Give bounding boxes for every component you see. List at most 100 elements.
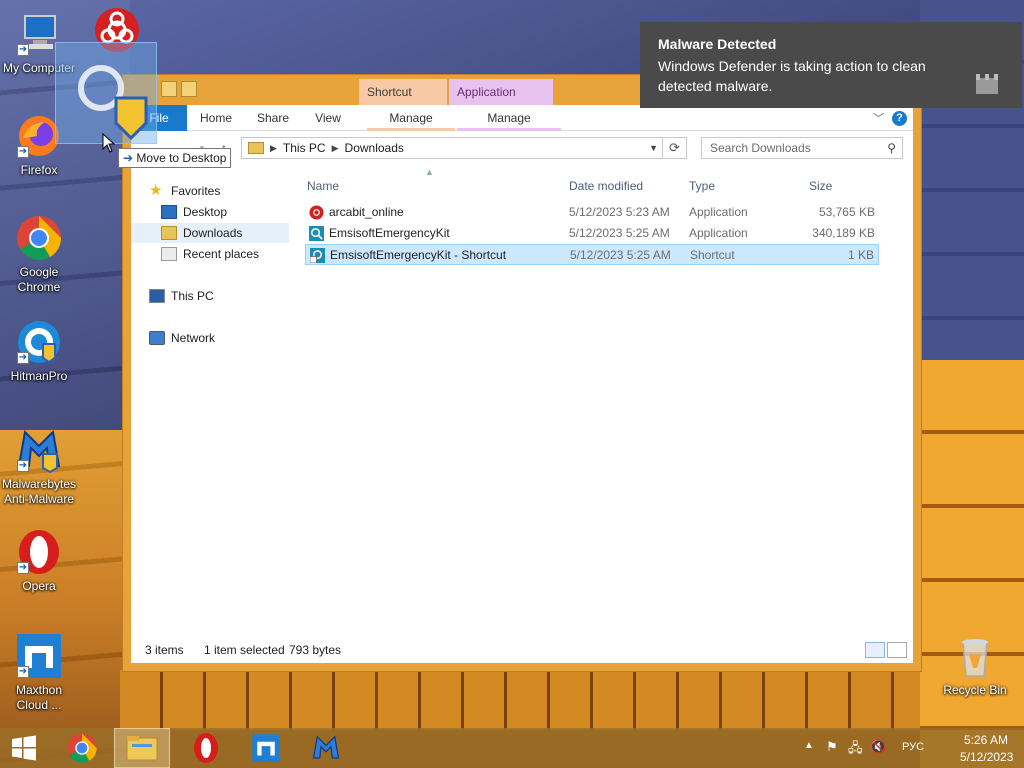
explorer-window[interactable]: Shortcut Tools Application Tools File Ho…	[122, 74, 922, 672]
properties-icon[interactable]	[161, 81, 177, 97]
file-size: 1 KB	[847, 248, 874, 262]
address-bar[interactable]: ▶ This PC ▶ Downloads ▼	[241, 137, 663, 159]
nav-recent-places[interactable]: Recent places	[131, 244, 289, 264]
downloads-folder-icon	[161, 226, 177, 240]
contextual-tab-application-tools: Application Tools	[449, 79, 553, 125]
this-pc-icon	[149, 289, 165, 303]
details-view-button[interactable]	[865, 642, 885, 658]
large-icons-view-button[interactable]	[887, 642, 907, 658]
taskbar: ▲ ⚑ 🖧 🔇 РУС 5:26 AM 5/12/2023	[0, 728, 1024, 768]
column-header-date[interactable]: Date modified	[569, 179, 643, 193]
desktop-icon-label: Google Chrome	[17, 265, 61, 294]
nav-favorites[interactable]: ★ Favorites	[131, 181, 289, 201]
desktop-icon-opera[interactable]: ➜ Opera	[0, 528, 78, 594]
file-row-selected[interactable]: EmsisoftEmergencyKit - Shortcut 5/12/202…	[305, 244, 879, 265]
shortcut-icon	[310, 248, 325, 263]
nav-this-pc[interactable]: This PC	[131, 286, 289, 306]
folder-icon	[248, 142, 264, 154]
file-size: 53,765 KB	[818, 205, 875, 219]
status-bytes: 793 bytes	[289, 643, 342, 657]
column-header-size[interactable]: Size	[809, 179, 832, 193]
file-date: 5/12/2023 5:25 AM	[569, 226, 670, 240]
search-input[interactable]: Search Downloads ⚲	[701, 137, 903, 159]
file-type: Application	[689, 226, 748, 240]
clock-time[interactable]: 5:26 AM	[964, 733, 1008, 747]
desktop-icon-maxthon[interactable]: ➜ Maxthon Cloud ...	[0, 632, 78, 713]
expand-ribbon-icon[interactable]: ﹀	[873, 110, 884, 126]
search-placeholder: Search Downloads	[710, 141, 811, 155]
toast-body: Windows Defender is taking action to cle…	[658, 58, 926, 94]
windows-logo-icon	[12, 735, 36, 761]
nav-network[interactable]: Network	[131, 328, 289, 348]
desktop-icon-chrome[interactable]: Google Chrome	[0, 214, 78, 295]
input-language[interactable]: РУС	[902, 741, 924, 753]
network-icon	[149, 331, 165, 345]
biohazard-icon	[309, 205, 324, 220]
desktop-icon-recycle-bin[interactable]: Recycle Bin	[936, 632, 1014, 698]
recycle-bin-icon	[951, 632, 999, 680]
clock-date[interactable]: 5/12/2023	[960, 750, 1013, 764]
file-name: arcabit_online	[329, 205, 404, 219]
tab-manage-shortcut[interactable]: Manage	[367, 105, 455, 131]
action-center-flag-icon[interactable]: ⚑	[826, 739, 838, 755]
column-header-type[interactable]: Type	[689, 179, 715, 193]
taskbar-opera[interactable]	[178, 728, 234, 768]
volume-muted-icon[interactable]: 🔇	[870, 739, 886, 755]
taskbar-chrome[interactable]	[54, 728, 110, 768]
taskbar-malwarebytes[interactable]	[298, 728, 354, 768]
breadcrumb-separator-icon: ▶	[331, 142, 339, 153]
file-name: EmsisoftEmergencyKit	[329, 226, 450, 240]
search-icon: ⚲	[887, 141, 896, 155]
desktop-icon-hitmanpro[interactable]: ➜ HitmanPro	[0, 318, 78, 384]
nav-label: Desktop	[183, 205, 228, 219]
nav-label: Network	[171, 331, 216, 345]
network-tray-icon[interactable]: 🖧	[848, 739, 863, 761]
nav-downloads[interactable]: Downloads	[131, 223, 289, 243]
file-type: Shortcut	[690, 248, 735, 262]
sort-indicator-icon: ▲	[425, 167, 434, 177]
help-icon[interactable]: ?	[892, 110, 907, 126]
tab-manage-application[interactable]: Manage	[457, 105, 561, 131]
desktop-icon-label: Maxthon Cloud ...	[15, 683, 63, 712]
mouse-cursor-icon	[102, 133, 116, 153]
nav-label: This PC	[171, 289, 214, 303]
system-tray: ▲ ⚑ 🖧 🔇 РУС 5:26 AM 5/12/2023	[804, 728, 1024, 768]
nav-desktop[interactable]: Desktop	[131, 202, 289, 222]
file-row[interactable]: arcabit_online 5/12/2023 5:23 AM Applica…	[305, 202, 879, 223]
address-dropdown-icon[interactable]: ▼	[649, 143, 658, 153]
maxthon-icon: ➜	[15, 632, 63, 680]
taskbar-file-explorer[interactable]	[114, 728, 170, 768]
show-hidden-icons-icon[interactable]: ▲	[804, 740, 814, 751]
refresh-button[interactable]: ⟳	[663, 137, 687, 159]
opera-icon: ➜	[15, 528, 63, 576]
file-list: ▲ Name Date modified Type Size arcabit_o…	[299, 167, 913, 637]
file-name: EmsisoftEmergencyKit - Shortcut	[330, 248, 507, 262]
tab-view[interactable]: View	[305, 105, 351, 131]
move-arrow-icon: ➔	[123, 151, 134, 165]
tab-home[interactable]: Home	[191, 105, 241, 131]
file-size: 340,189 KB	[812, 226, 875, 240]
chrome-icon	[67, 733, 97, 763]
desktop-icon-label: Firefox	[20, 163, 58, 177]
start-button[interactable]	[0, 728, 48, 768]
malware-toast[interactable]: Malware Detected Windows Defender is tak…	[640, 22, 1022, 108]
quick-access-toolbar	[161, 81, 197, 97]
tab-share[interactable]: Share	[247, 105, 299, 131]
magnifier-shield-icon	[78, 65, 148, 141]
taskbar-maxthon[interactable]	[238, 728, 294, 768]
defender-castle-icon	[976, 74, 998, 94]
breadcrumb-this-pc[interactable]: This PC	[283, 141, 326, 155]
nav-label: Recent places	[183, 247, 260, 261]
nav-label: Favorites	[171, 184, 221, 198]
new-folder-icon[interactable]	[181, 81, 197, 97]
desktop-icon-label: Malwarebytes Anti-Malware	[1, 477, 77, 506]
column-header-name[interactable]: Name	[307, 179, 339, 193]
folder-icon	[126, 736, 158, 761]
chrome-icon	[15, 214, 63, 262]
file-row[interactable]: EmsisoftEmergencyKit 5/12/2023 5:25 AM A…	[305, 223, 879, 244]
ribbon-tabs: File Home Share View Manage Manage ﹀ ?	[131, 105, 913, 131]
breadcrumb-downloads[interactable]: Downloads	[345, 141, 404, 155]
desktop-icon-malwarebytes[interactable]: ➜ Malwarebytes Anti-Malware	[0, 426, 78, 507]
drag-tooltip-text: Move to Desktop	[136, 151, 227, 165]
recent-places-icon	[161, 247, 177, 261]
